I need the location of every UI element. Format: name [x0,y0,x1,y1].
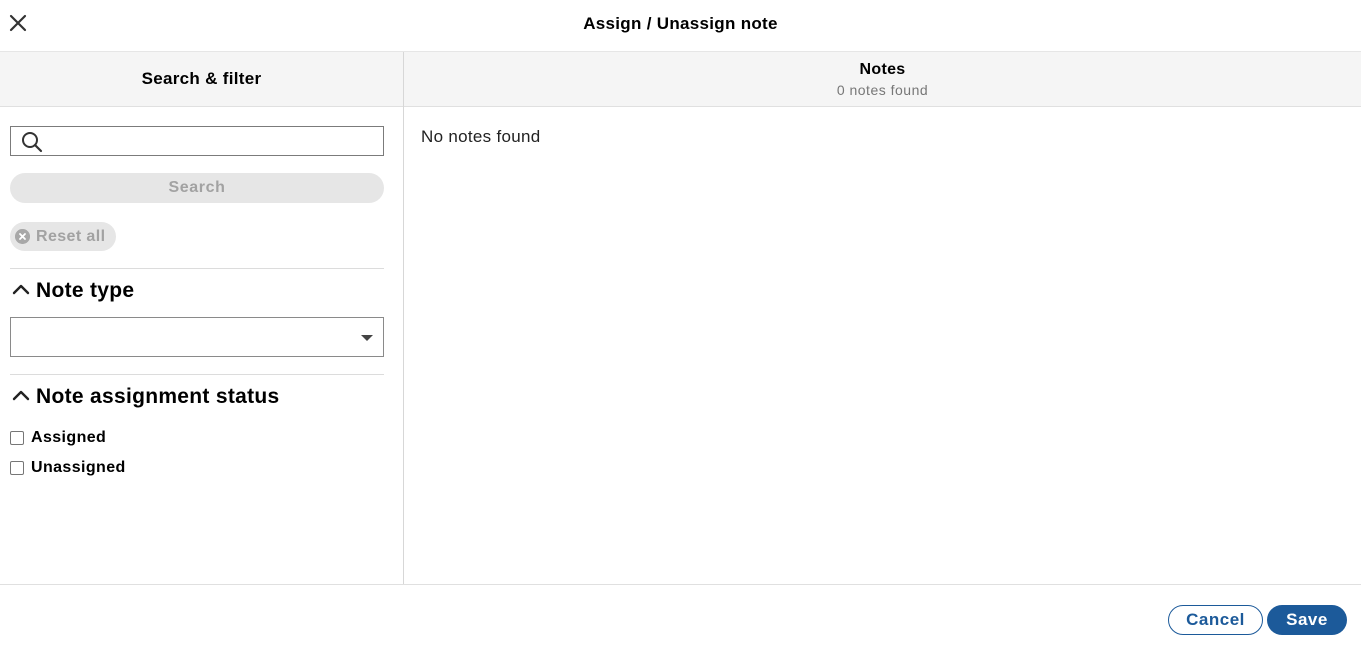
chevron-up-icon [12,390,30,401]
caret-down-icon [361,335,373,341]
divider [10,374,384,375]
search-button[interactable]: Search [10,173,384,203]
search-input[interactable] [51,127,381,155]
cancel-button[interactable]: Cancel [1168,605,1263,635]
search-filter-heading: Search & filter [0,52,403,107]
search-filter-panel: Search & filter Search Reset all Note ty… [0,52,404,585]
search-field[interactable] [10,126,384,156]
reset-all-button[interactable]: Reset all [10,222,116,251]
clear-circle-icon [15,229,30,244]
assign-note-modal: Assign / Unassign note Search & filter S… [0,0,1361,652]
save-button[interactable]: Save [1267,605,1347,635]
assigned-checkbox[interactable] [10,431,24,445]
chevron-up-icon [12,284,30,295]
modal-title: Assign / Unassign note [583,14,778,33]
notes-panel: Notes 0 notes found No notes found [404,52,1361,585]
assignment-status-section-toggle[interactable]: Note assignment status [12,385,280,409]
divider [10,268,384,269]
notes-count: 0 notes found [836,82,929,98]
modal-footer: Cancel Save [0,584,1361,652]
empty-state-message: No notes found [421,127,541,146]
assigned-label: Assigned [31,429,107,446]
unassigned-label: Unassigned [31,459,126,476]
notes-heading: Notes [859,61,906,78]
note-type-section-toggle[interactable]: Note type [12,279,134,303]
note-type-title: Note type [36,279,135,302]
search-icon [22,132,43,153]
modal-header: Assign / Unassign note [0,0,1361,52]
reset-all-label: Reset all [36,228,106,245]
unassigned-checkbox[interactable] [10,461,24,475]
notes-header: Notes 0 notes found [404,52,1361,107]
note-type-select[interactable] [10,317,384,357]
assignment-status-title: Note assignment status [36,385,280,408]
